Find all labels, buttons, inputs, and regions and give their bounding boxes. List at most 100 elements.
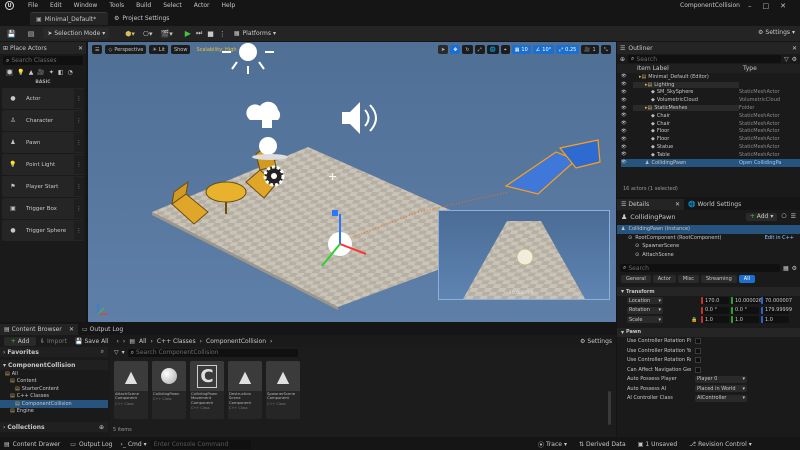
add-icon[interactable]: ⊕	[620, 56, 625, 63]
filter-tab-general[interactable]: General	[621, 275, 651, 283]
filter-icon[interactable]: ▽	[114, 349, 119, 356]
menu-file[interactable]: File	[28, 2, 38, 9]
lights-category-icon[interactable]: 💡	[17, 69, 24, 76]
close-icon[interactable]: ✕	[69, 326, 74, 333]
visibility-eye-icon[interactable]: 👁	[621, 152, 633, 157]
search-classes-input[interactable]: Search Classes	[11, 57, 56, 64]
scale-x-field[interactable]: 1.0	[701, 316, 729, 324]
actor-item-actor[interactable]: ● Actor ⋮	[2, 88, 84, 109]
close-icon[interactable]: ✕	[792, 45, 797, 52]
menu-icon[interactable]: ☰	[791, 213, 796, 220]
content-settings-button[interactable]: ⚙ Settings	[580, 338, 612, 345]
asset-tile[interactable]: C CollidingPawn Movement Component C++ Cla…	[190, 361, 224, 419]
asset-scrollbar[interactable]	[608, 391, 611, 425]
tab-project-settings[interactable]: ⚙ Project Settings	[108, 12, 175, 25]
component-row[interactable]: ⊙ AttachScene	[617, 251, 800, 260]
outliner-row[interactable]: 👁 ▸▤ Minimal_Default (Editor)	[621, 73, 800, 81]
folder-tree-item[interactable]: ▤ All	[0, 370, 108, 378]
platforms-button[interactable]: ▦ Platforms ▾	[234, 30, 276, 37]
grid-view-icon[interactable]: ▦	[783, 265, 789, 272]
asset-tile[interactable]: ▲ SpawnerScene Component C++ Class	[266, 361, 300, 419]
visibility-eye-icon[interactable]: 👁	[621, 121, 633, 126]
import-button[interactable]: ⇩ Import	[40, 338, 67, 345]
tab-world-settings[interactable]: 🌐 World Settings	[684, 201, 745, 208]
actor-item-pawn[interactable]: ♟ Pawn ⋮	[2, 132, 84, 153]
actor-item-trigger-box[interactable]: ▣ Trigger Box ⋮	[2, 198, 84, 219]
outliner-search-input[interactable]: Search	[636, 56, 657, 63]
menu-help[interactable]: Help	[222, 2, 236, 9]
add-component-button[interactable]: + Add ▾	[745, 212, 778, 221]
folder-tree-item[interactable]: ▤ C++ Classes	[0, 393, 108, 401]
folder-tree-item[interactable]: ▤ ComponentCollision	[0, 400, 108, 408]
selection-mode-button[interactable]: ➤ Selection Mode ▾	[43, 28, 110, 39]
column-item-label[interactable]: Item Label	[637, 65, 743, 72]
favorites-section[interactable]: Favorites	[7, 349, 38, 356]
transform-section-header[interactable]: Transform	[626, 289, 655, 295]
volumes-category-icon[interactable]: ◧	[58, 69, 64, 76]
visibility-eye-icon[interactable]: 👁	[621, 145, 633, 150]
all-classes-category-icon[interactable]: ◔	[68, 69, 73, 76]
content-drawer-button[interactable]: ▤ Content Drawer	[0, 441, 60, 448]
play-icon[interactable]: ▶	[185, 29, 191, 38]
back-icon[interactable]: ‹	[117, 338, 119, 345]
outliner-row[interactable]: 👁 ◆ Table StaticMeshActor	[621, 151, 800, 159]
visibility-eye-icon[interactable]: 👁	[621, 113, 633, 118]
pawn-section-header[interactable]: Pawn	[626, 329, 641, 335]
unsaved-button[interactable]: ▣ 1 Unsaved	[638, 441, 677, 448]
outliner-row[interactable]: 👁 ◆ Chair StaticMeshActor	[621, 120, 800, 128]
add-icon[interactable]: ⊕	[99, 424, 104, 431]
drag-handle-icon[interactable]: ⋮	[74, 155, 84, 174]
actor-item-player-start[interactable]: ⚑ Player Start ⋮	[2, 176, 84, 197]
forward-icon[interactable]: ›	[123, 338, 125, 345]
property-checkbox[interactable]	[695, 357, 701, 364]
tab-content-browser[interactable]: ▤ Content Browser ✕	[0, 324, 78, 335]
rotation-x-field[interactable]: 0.0 °	[701, 306, 729, 314]
filter-icon[interactable]: ▽	[784, 56, 789, 63]
outliner-row[interactable]: 👁 ▸▤ StaticMeshes Folder	[621, 104, 800, 112]
menu-window[interactable]: Window	[74, 2, 98, 9]
close-icon[interactable]: ✕	[780, 2, 786, 10]
visual-effects-category-icon[interactable]: ✦	[49, 69, 54, 76]
visibility-eye-icon[interactable]: 👁	[621, 90, 633, 95]
minimize-icon[interactable]: –	[748, 2, 752, 10]
drag-handle-icon[interactable]: ⋮	[74, 221, 84, 240]
visibility-eye-icon[interactable]: 👁	[621, 160, 633, 165]
property-dropdown[interactable]: Player 0 ▾	[695, 375, 747, 383]
actor-name[interactable]: CollidingPawn	[630, 213, 675, 221]
filter-tab-actor[interactable]: Actor	[652, 275, 676, 283]
gear-icon[interactable]: ⚙	[792, 56, 797, 63]
blueprint-icon[interactable]: ⎔	[781, 213, 786, 220]
outliner-row[interactable]: 👁 ◆ Statue StaticMeshActor	[621, 143, 800, 151]
gear-icon[interactable]: ⚙	[792, 265, 797, 272]
drag-handle-icon[interactable]: ⋮	[74, 89, 84, 108]
rotation-y-field[interactable]: 0.0 °	[731, 306, 759, 314]
cmd-dropdown[interactable]: ›_ Cmd ▾	[120, 441, 146, 448]
property-checkbox[interactable]	[695, 338, 701, 345]
scale-z-field[interactable]: 1.0	[761, 316, 789, 324]
component-row[interactable]: ♟ CollidingPawn (Instance)	[617, 225, 800, 234]
output-log-button[interactable]: ▭ Output Log	[70, 441, 112, 448]
search-icon[interactable]: ⌕	[101, 348, 104, 356]
menu-edit[interactable]: Edit	[50, 2, 62, 9]
open-level-icon[interactable]: ▤	[28, 30, 35, 38]
tab-output-log[interactable]: ▭ Output Log	[78, 326, 127, 333]
console-input[interactable]: Enter Console Command	[150, 439, 251, 449]
location-y-field[interactable]: 10.000026	[731, 297, 762, 305]
visibility-eye-icon[interactable]: 👁	[621, 106, 633, 111]
project-section[interactable]: ComponentCollision	[8, 362, 75, 369]
edit-in-cpp-link[interactable]: Edit in C++	[765, 235, 794, 241]
visibility-eye-icon[interactable]: 👁	[621, 74, 633, 79]
shapes-category-icon[interactable]: ▲	[29, 69, 34, 76]
add-actor-icon[interactable]: ⬢▾	[125, 30, 135, 38]
outliner-item-type[interactable]: Open CollidingPa	[739, 160, 800, 166]
outliner-row[interactable]: 👁 ◆ Floor StaticMeshActor	[621, 135, 800, 143]
location-x-field[interactable]: 170.0	[701, 297, 729, 305]
asset-tile[interactable]: ▲ Destruction Scene Component C++ Class	[228, 361, 262, 419]
blueprint-icon[interactable]: ⎔▾	[143, 30, 153, 38]
drag-handle-icon[interactable]: ⋮	[74, 177, 84, 196]
actor-item-character[interactable]: ♙ Character ⋮	[2, 110, 84, 131]
breadcrumb-cpp-classes[interactable]: C++ Classes	[157, 338, 196, 345]
trace-button[interactable]: ⦿ Trace ▾	[538, 440, 567, 449]
location-mode-dropdown[interactable]: Location ▾	[627, 297, 663, 305]
asset-tile[interactable]: ▲ AttachScene Component C++ Class	[114, 361, 148, 419]
